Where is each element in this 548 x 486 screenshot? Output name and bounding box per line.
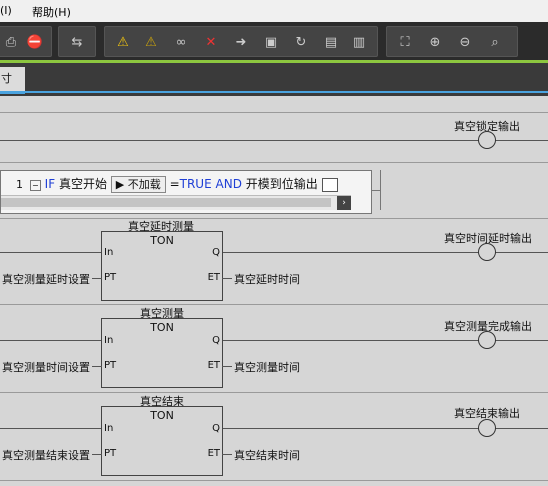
warning-icon[interactable]: ⚠ (113, 32, 133, 52)
rung-wire (380, 170, 381, 210)
st-editor[interactable]: 1 − IF 真空开始 ▶ 不加载 =TRUE AND 开模到位输出 › (0, 170, 372, 214)
rung-separator (0, 392, 548, 393)
rung-separator (0, 218, 548, 219)
fit-icon[interactable]: ⛶ (395, 32, 415, 52)
toolbar: ⎙ ⛔ ⇆ ⚠ ⚠ ∞ ✕ ➜ ▣ ↻ ▤ ▥ ⛶ ⊕ ⊖ ⌕ (0, 22, 548, 60)
et-variable[interactable]: 真空测量时间 (234, 359, 300, 375)
pt-variable[interactable]: 真空测量延时设置 (2, 271, 90, 287)
output-coil[interactable] (478, 419, 496, 437)
pin-in: In (104, 247, 114, 258)
rung-wire (0, 340, 102, 341)
rung-separator (0, 304, 548, 305)
debug-icon[interactable]: ⛔ (25, 32, 45, 52)
ton-function-block[interactable]: TON In Q PT ET (101, 231, 223, 301)
rung-wire (0, 428, 102, 429)
pin-wire (222, 366, 232, 367)
step-over-icon[interactable]: ▣ (261, 32, 281, 52)
force-on-icon[interactable]: ▤ (321, 32, 341, 52)
tab-active[interactable]: 寸 (0, 67, 25, 94)
force-off-icon[interactable]: ▥ (349, 32, 369, 52)
output-coil[interactable] (478, 331, 496, 349)
transfer-icon[interactable]: ⇆ (67, 32, 87, 52)
pin-et: ET (207, 360, 220, 371)
line-number: 1 (16, 178, 23, 191)
st-equals: = (169, 177, 180, 191)
pin-wire (92, 454, 102, 455)
fb-type: TON (150, 409, 174, 422)
pt-variable[interactable]: 真空测量时间设置 (2, 359, 90, 375)
pin-in: In (104, 423, 114, 434)
pin-et: ET (207, 448, 220, 459)
play-icon: ▶ (115, 178, 128, 191)
zoom-in-icon[interactable]: ⊕ (425, 32, 445, 52)
output-coil[interactable] (478, 131, 496, 149)
st-if-keyword: IF (44, 177, 56, 191)
rung-wire (222, 252, 548, 253)
pin-q: Q (212, 335, 220, 346)
pt-variable[interactable]: 真空测量结束设置 (2, 447, 90, 463)
ton-function-block[interactable]: TON In Q PT ET (101, 406, 223, 476)
et-variable[interactable]: 真空结束时间 (234, 447, 300, 463)
rung-separator (0, 480, 548, 481)
st-true: TRUE (179, 177, 212, 191)
toolbar-group-1: ⎙ ⛔ (0, 26, 52, 57)
load-dropdown[interactable]: ▶ 不加载 (110, 176, 166, 193)
pin-pt: PT (104, 360, 117, 371)
horizontal-scrollbar[interactable]: › (1, 195, 351, 210)
pin-q: Q (212, 247, 220, 258)
pin-wire (222, 278, 232, 279)
rung-separator (0, 112, 548, 113)
fb-type: TON (150, 321, 174, 334)
rung-separator (0, 162, 548, 163)
dropdown-value: 不加载 (127, 178, 161, 191)
breakpoint-icon[interactable]: ✕ (201, 32, 221, 52)
st-condition: 真空开始 (58, 177, 107, 191)
step-icon[interactable]: ➜ (231, 32, 251, 52)
pin-wire (92, 278, 102, 279)
st-code-line[interactable]: 1 − IF 真空开始 ▶ 不加载 =TRUE AND 开模到位输出 (1, 175, 338, 193)
pin-pt: PT (104, 448, 117, 459)
pin-et: ET (207, 272, 220, 283)
pin-pt: PT (104, 272, 117, 283)
scroll-thumb[interactable] (1, 198, 331, 207)
fb-type: TON (150, 234, 174, 247)
tab-bar: 寸 (0, 63, 548, 96)
toolbar-group-2: ⇆ (58, 26, 96, 57)
menu-tools[interactable]: (I) (0, 4, 12, 17)
et-variable[interactable]: 真空延时时间 (234, 271, 300, 287)
watch-icon[interactable]: ∞ (171, 32, 191, 52)
tab-underline (24, 91, 548, 93)
reset-icon[interactable]: ↻ (291, 32, 311, 52)
expand-editor-icon[interactable] (321, 177, 338, 192)
toolbar-group-4: ⛶ ⊕ ⊖ ⌕ (386, 26, 518, 57)
scroll-right-icon[interactable]: › (337, 196, 351, 210)
st-rest: 开模到位输出 (245, 177, 318, 191)
rung-wire (0, 140, 548, 141)
warning-off-icon[interactable]: ⚠ (141, 32, 161, 52)
print-icon[interactable]: ⎙ (1, 32, 21, 52)
menubar: (I) 帮助(H) (0, 0, 548, 23)
rung-wire (222, 428, 548, 429)
output-coil[interactable] (478, 243, 496, 261)
menu-help[interactable]: 帮助(H) (32, 4, 71, 20)
zoom-out-icon[interactable]: ⊖ (455, 32, 475, 52)
rung-wire (222, 340, 548, 341)
ton-function-block[interactable]: TON In Q PT ET (101, 318, 223, 388)
rung-wire (0, 252, 102, 253)
pin-in: In (104, 335, 114, 346)
pin-wire (92, 366, 102, 367)
st-and: AND (215, 177, 242, 191)
collapse-icon[interactable]: − (29, 180, 41, 191)
toolbar-group-3: ⚠ ⚠ ∞ ✕ ➜ ▣ ↻ ▤ ▥ (104, 26, 378, 57)
pin-wire (222, 454, 232, 455)
pin-q: Q (212, 423, 220, 434)
zoom-reset-icon[interactable]: ⌕ (485, 32, 505, 52)
